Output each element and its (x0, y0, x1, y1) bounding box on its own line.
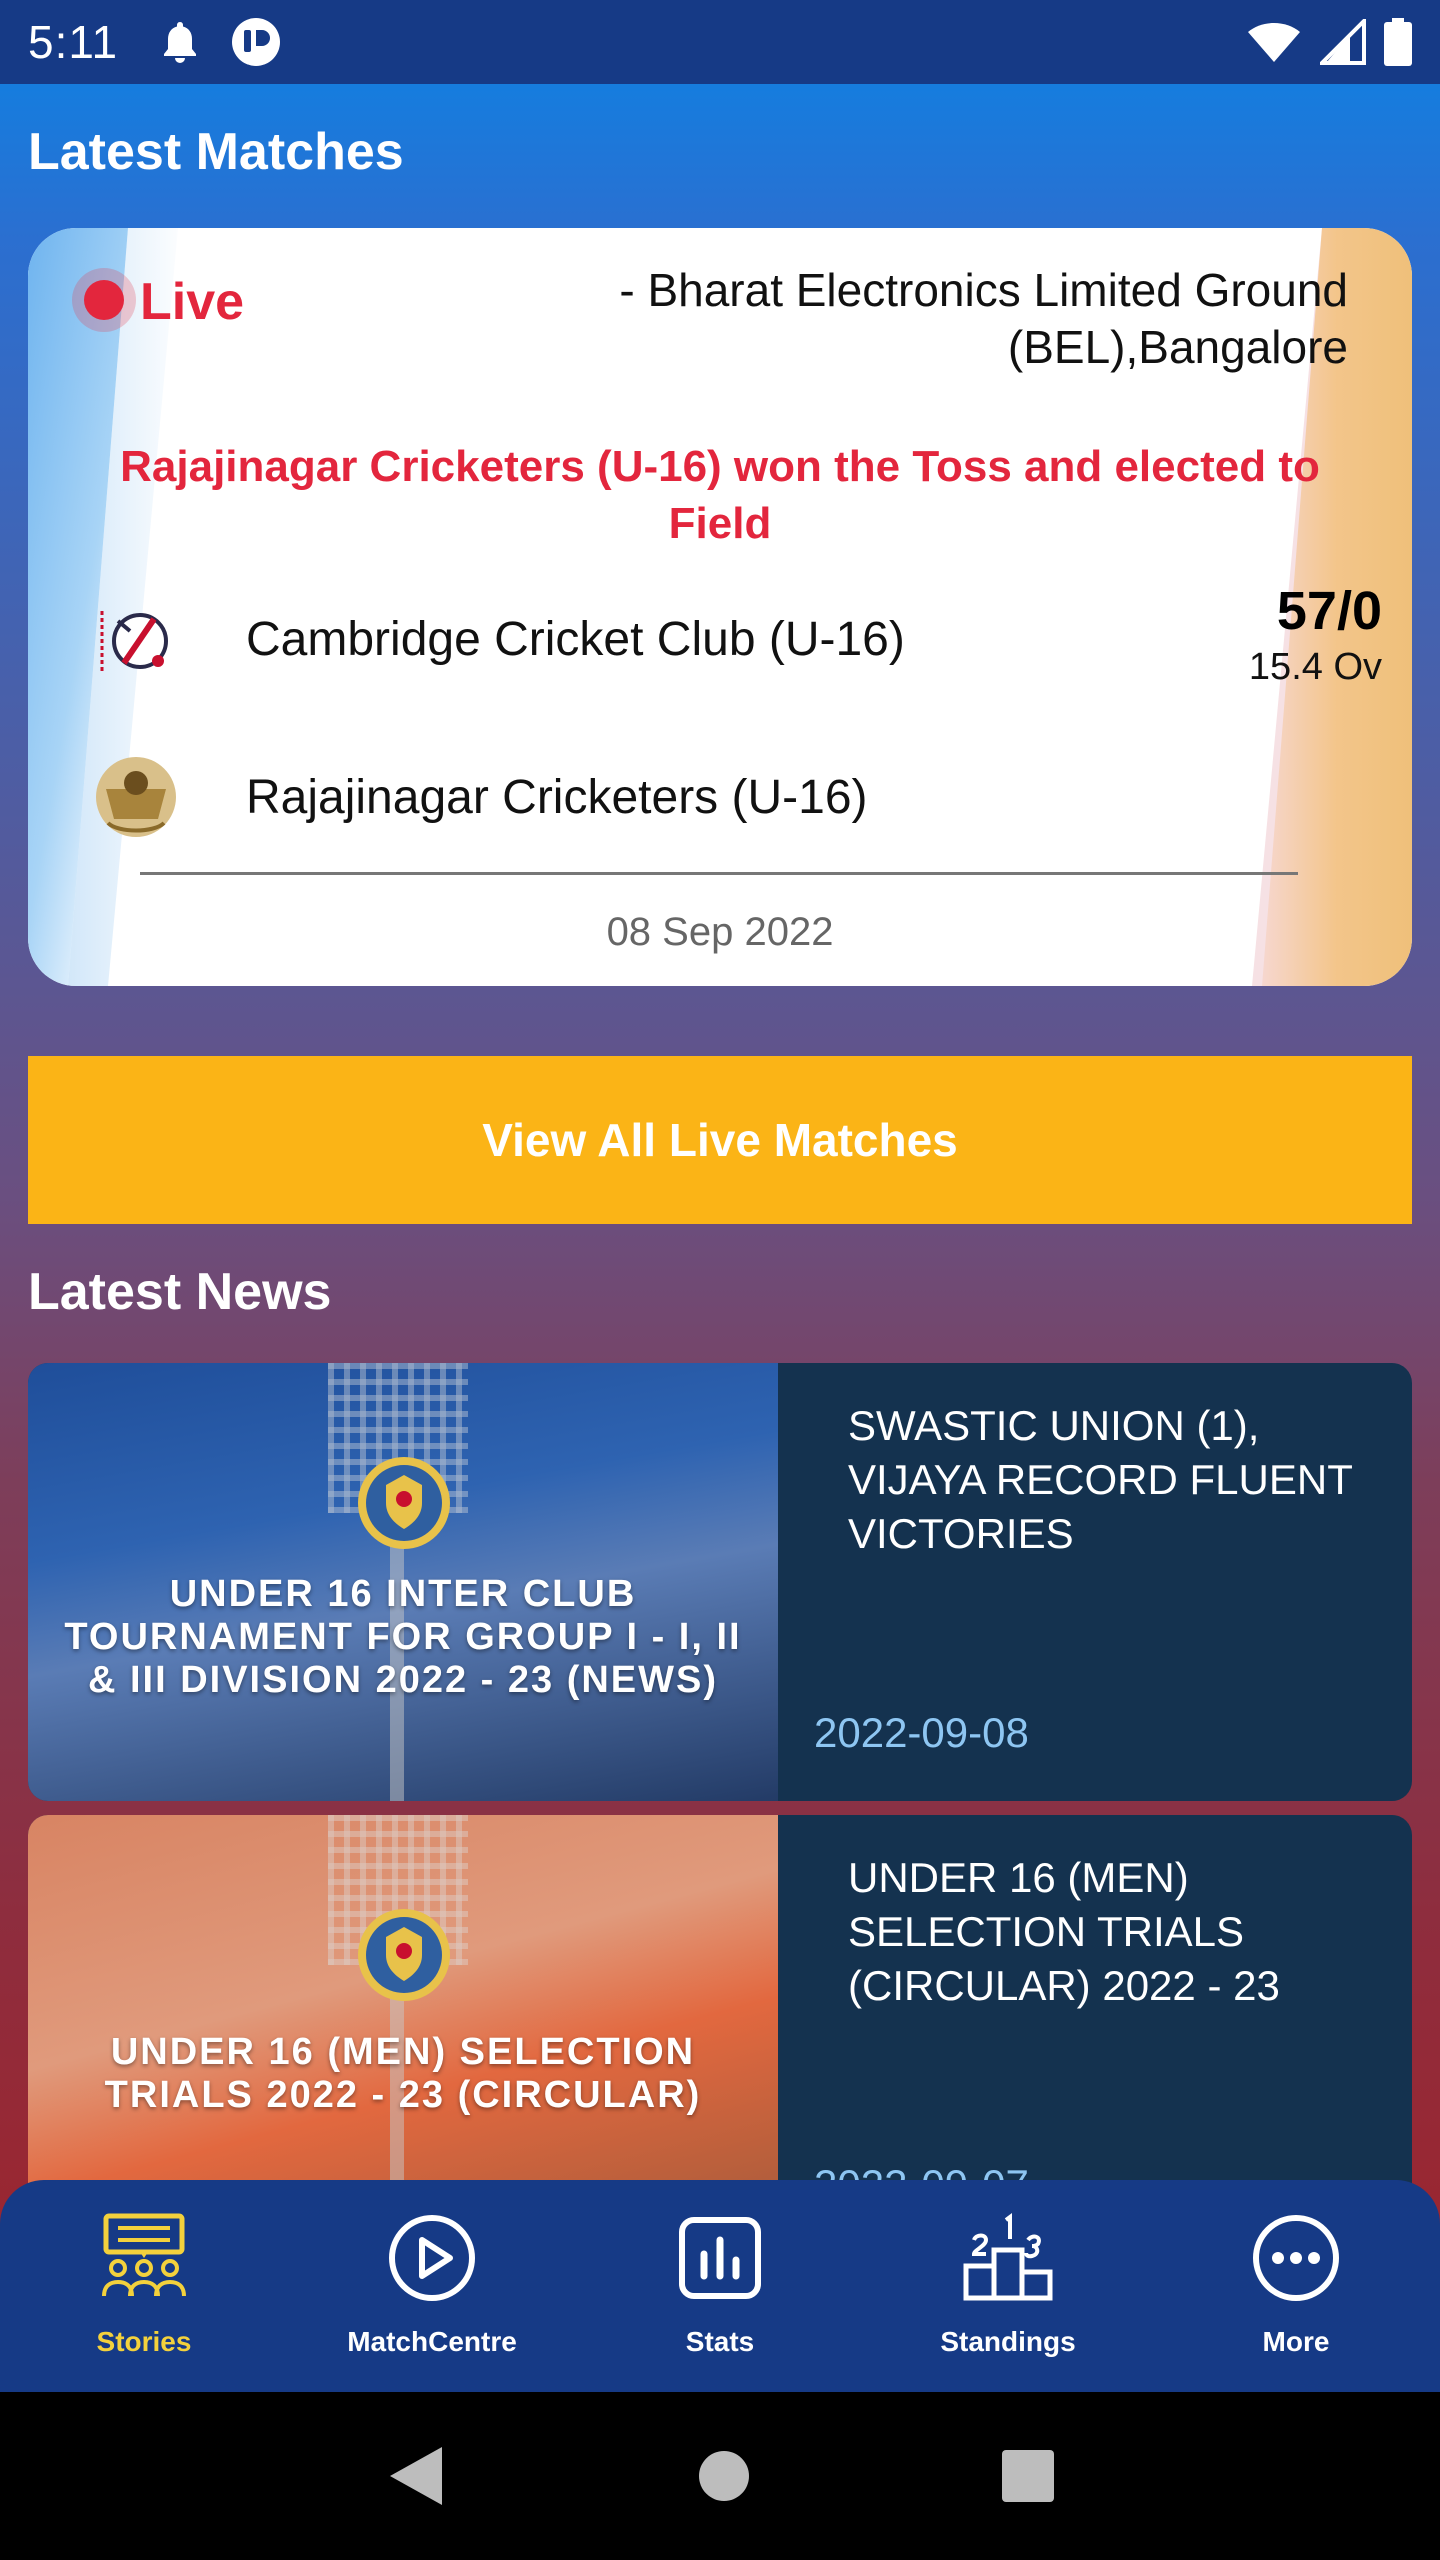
match-venue: - Bharat Electronics Limited Ground (BEL… (619, 264, 1348, 373)
wifi-icon (1248, 23, 1300, 62)
nav-item-stats[interactable]: Stats (595, 2210, 845, 2358)
cellular-signal-icon (1320, 19, 1366, 65)
status-icons-right (1246, 18, 1412, 66)
nav-label: Standings (940, 2326, 1076, 2357)
nav-label: Stories (96, 2326, 192, 2357)
nav-item-standings[interactable]: Standings (883, 2210, 1133, 2358)
match-date: 08 Sep 2022 (606, 910, 834, 954)
latest-news-heading: Latest News (28, 1263, 332, 1321)
association-crest-icon (358, 1909, 450, 2001)
nav-label: MatchCentre (347, 2326, 517, 2357)
nav-item-more[interactable]: More (1171, 2210, 1421, 2358)
home-icon[interactable] (697, 2449, 751, 2503)
more-icon (1253, 2215, 1339, 2301)
team-1-overs: 15.4 Ov (1248, 646, 1382, 688)
view-all-live-matches-button[interactable]: View All Live Matches (28, 1056, 1412, 1224)
news-date: 2022-09-08 (814, 1709, 1029, 1756)
bar-chart-icon (679, 2217, 761, 2299)
nav-label: Stats (685, 2326, 755, 2357)
rajajinagar-team-logo-icon (96, 757, 176, 837)
recents-icon[interactable] (1002, 2450, 1055, 2502)
team-2-name: Rajajinagar Cricketers (U-16) (246, 770, 868, 824)
nav-item-matchcentre[interactable]: MatchCentre (307, 2210, 557, 2358)
association-crest-icon (358, 1457, 450, 1549)
team-1-score: 57/0 (1276, 581, 1382, 641)
app-screen: 5:11 Latest Matches Live - Bharat Electr… (0, 0, 1440, 2392)
news-thumbnail-caption: UNDER 16 INTER CLUB TOURNAMENT FOR GROUP… (64, 1573, 742, 1701)
toss-result: Rajajinagar Cricketers (U-16) won the To… (120, 442, 1320, 548)
team-row-1: Cambridge Cricket Club (U-16) (88, 584, 1368, 694)
latest-matches-heading: Latest Matches (28, 123, 404, 181)
news-card[interactable]: UNDER 16 INTER CLUB TOURNAMENT FOR GROUP… (28, 1363, 1412, 1801)
back-icon[interactable] (386, 2443, 446, 2509)
status-icons-left (160, 16, 282, 68)
live-label: Live (140, 273, 245, 331)
news-thumbnail: UNDER 16 INTER CLUB TOURNAMENT FOR GROUP… (28, 1363, 778, 1801)
stories-icon (102, 2213, 186, 2297)
battery-icon (1384, 18, 1412, 66)
status-time: 5:11 (28, 16, 119, 68)
status-bar: 5:11 (0, 0, 1440, 84)
cambridge-team-logo-icon (100, 611, 168, 671)
live-match-card[interactable]: Live - Bharat Electronics Limited Ground… (28, 228, 1412, 986)
podium-icon (963, 2213, 1053, 2301)
nav-label: More (1262, 2326, 1330, 2357)
nav-item-stories[interactable]: Stories (19, 2210, 269, 2358)
bottom-navigation: Stories MatchCentre Stats Standings More (0, 2180, 1440, 2392)
news-title: UNDER 16 (MEN) SELECTION TRIALS (CIRCULA… (848, 1854, 1280, 2009)
card-divider (140, 872, 1298, 875)
app-badge-icon (232, 18, 281, 66)
play-circle-icon (389, 2215, 475, 2301)
news-title: SWASTIC UNION (1), VIJAYA RECORD FLUENT … (848, 1402, 1353, 1557)
team-1-name: Cambridge Cricket Club (U-16) (246, 612, 905, 666)
system-navigation-bar (0, 2392, 1440, 2560)
live-indicator-icon (72, 268, 136, 332)
team-row-2: Rajajinagar Cricketers (U-16) (88, 742, 1368, 852)
news-thumbnail-caption: UNDER 16 (MEN) SELECTION TRIALS 2022 - 2… (104, 2031, 702, 2116)
team-1-score-block: 57/0 15.4 Ov (1249, 580, 1382, 689)
notification-bell-icon (164, 22, 197, 63)
